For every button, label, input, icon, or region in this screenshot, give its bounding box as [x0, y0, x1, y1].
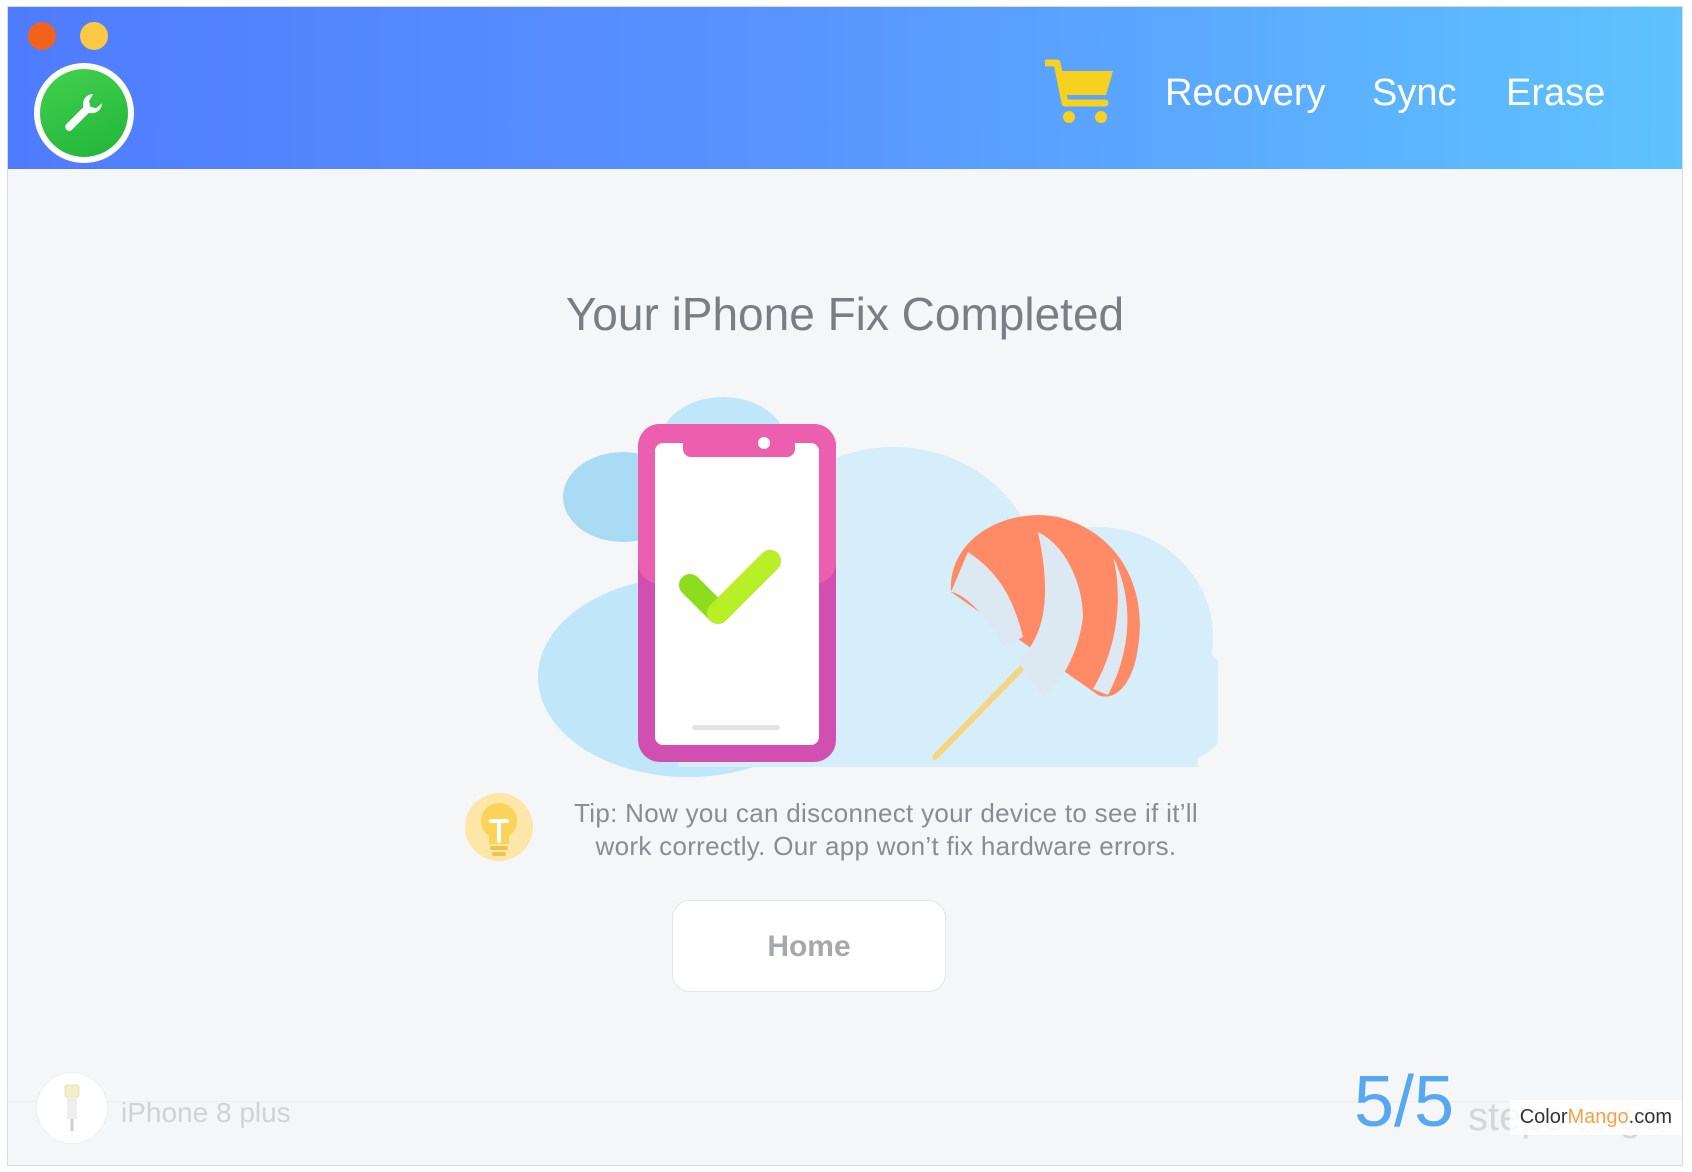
app-logo[interactable] [34, 63, 134, 163]
shopping-cart-icon[interactable] [1045, 57, 1119, 127]
device-name: iPhone 8 plus [121, 1097, 291, 1128]
watermark-part-c: .com [1628, 1106, 1672, 1128]
watermark-part-a: Color [1519, 1106, 1568, 1128]
steps-counter: 5/5 [1354, 1062, 1455, 1142]
phone-cable-icon [64, 1084, 80, 1131]
nav-recovery[interactable]: Recovery [1165, 69, 1326, 117]
minimize-button[interactable] [80, 22, 108, 50]
tip-text: Tip: Now you can disconnect your device … [546, 797, 1226, 863]
phone-checkmark-icon [638, 424, 836, 762]
watermark: ColorMango.com [1509, 1100, 1682, 1135]
nav-sync[interactable]: Sync [1372, 69, 1456, 117]
page-title: Your iPhone Fix Completed [565, 288, 1125, 340]
device-avatar [36, 1072, 108, 1144]
nav-erase[interactable]: Erase [1506, 69, 1605, 117]
wrench-icon [40, 69, 128, 157]
watermark-part-b: Mango [1567, 1106, 1629, 1128]
header-bar: Recovery Sync Erase [8, 7, 1682, 169]
app-window: Recovery Sync Erase Your iPhone Fix Comp… [7, 6, 1683, 1166]
tip-line-1: Tip: Now you can disconnect your device … [574, 798, 1198, 828]
home-button[interactable]: Home [672, 900, 946, 992]
fix-completed-illustration [538, 397, 1218, 777]
close-button[interactable] [28, 22, 56, 50]
lightbulb-icon [465, 793, 533, 861]
tip-line-2: work correctly. Our app won’t fix hardwa… [595, 831, 1177, 861]
